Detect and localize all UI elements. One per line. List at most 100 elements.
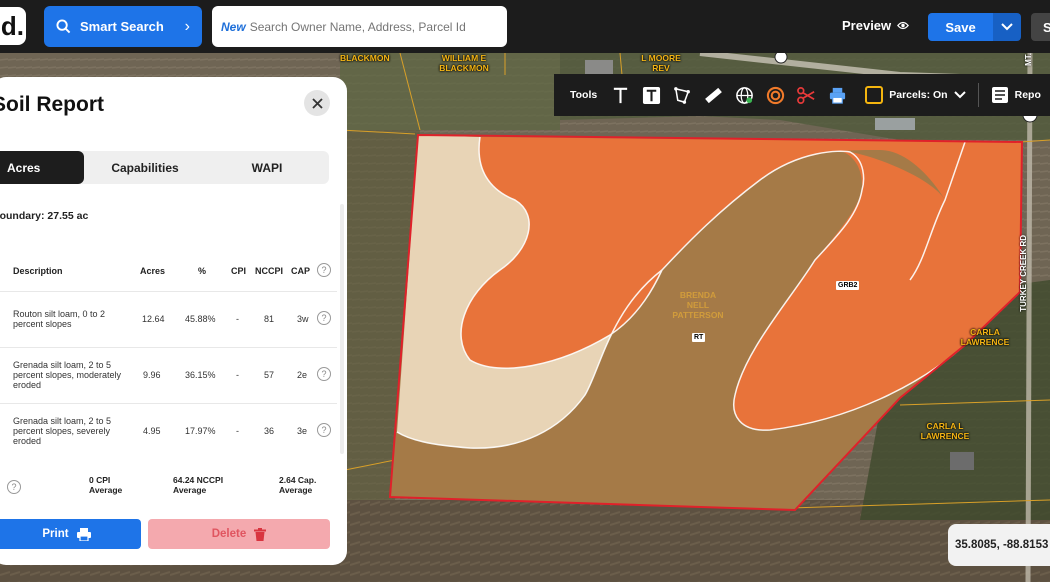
soil-nccpi: 36 — [264, 426, 275, 436]
soil-description: Grenada silt loam, 2 to 5 percent slopes… — [13, 360, 122, 390]
coordinates-readout[interactable]: 35.8085, -88.8153 — [948, 524, 1050, 566]
owner-search-input[interactable] — [249, 19, 498, 34]
owner-label[interactable]: WILLIAM E BLACKMON — [436, 53, 492, 73]
share-label: S — [1043, 19, 1050, 35]
owner-search-box[interactable]: New — [212, 6, 507, 47]
polygon-icon — [674, 86, 691, 104]
text-tool-button[interactable] — [605, 80, 636, 111]
printer-icon — [76, 527, 91, 541]
column-header: NCCPI — [255, 266, 284, 276]
chevron-down-icon — [953, 91, 966, 99]
tab-wapi[interactable]: WAPI — [206, 151, 328, 184]
polygon-tool-button[interactable] — [667, 80, 698, 111]
chevron-down-icon — [1001, 23, 1013, 31]
text-box-icon — [643, 86, 661, 104]
split-tool-button[interactable] — [791, 80, 822, 111]
chevron-right-icon: › — [184, 17, 190, 35]
delete-label: Delete — [211, 528, 247, 540]
help-icon[interactable]: ? — [317, 311, 331, 325]
column-header: CAP — [291, 266, 311, 276]
buffer-ring-icon — [767, 86, 785, 104]
text-icon — [614, 87, 628, 103]
owner-label[interactable]: CARLA L LAWRENCE — [915, 421, 975, 441]
help-icon[interactable]: ? — [317, 263, 331, 277]
soil-nccpi: 81 — [264, 314, 275, 324]
road-label-top: MT. — [1024, 53, 1033, 66]
buffer-tool-button[interactable] — [760, 80, 791, 111]
app-logo[interactable]: d. — [0, 7, 26, 45]
globe-tool-button[interactable] — [729, 80, 760, 111]
save-dropdown-button[interactable] — [993, 13, 1021, 41]
save-button[interactable]: Save — [928, 13, 993, 41]
soil-cpi: - — [236, 426, 239, 436]
soil-percent: 45.88% — [185, 314, 216, 324]
preview-button[interactable]: Preview — [842, 18, 910, 33]
parcels-icon — [865, 86, 884, 104]
owner-label[interactable]: CARLA LAWRENCE — [955, 327, 1015, 347]
soil-acres: 4.95 — [143, 426, 161, 436]
tools-bar: Tools Parcels: On Repo — [554, 74, 1050, 116]
report-icon — [991, 87, 1008, 103]
avg-nccpi: 64.24 NCCPI Average — [173, 475, 223, 495]
soil-table-header: Description Acres % CPI NCCPI CAP ? — [0, 263, 337, 287]
parcels-toggle[interactable]: Parcels: On — [865, 86, 966, 104]
avg-cap: 2.64 Cap. Average — [279, 475, 316, 495]
tab-capabilities[interactable]: Capabilities — [84, 151, 206, 184]
avg-nccpi-value: 64.24 NCCPI — [173, 475, 224, 485]
column-header: Acres — [140, 266, 166, 276]
print-tool-button[interactable] — [822, 80, 853, 111]
help-icon[interactable]: ? — [317, 367, 331, 381]
table-row[interactable]: Grenada silt loam, 2 to 5 percent slopes… — [0, 347, 337, 403]
table-row[interactable]: Routon silt loam, 0 to 2 percent slopes … — [0, 291, 337, 347]
text-box-tool-button[interactable] — [636, 80, 667, 111]
toolbar-divider — [977, 83, 979, 107]
soil-cap: 2e — [297, 370, 308, 380]
avg-cap-sub: Average — [279, 485, 313, 495]
top-bar: d. Smart Search › New Preview Save S — [0, 0, 1050, 53]
search-icon — [56, 19, 71, 34]
soil-code-label: GRB2 — [836, 281, 860, 290]
table-row[interactable]: Grenada silt loam, 2 to 5 percent slopes… — [0, 403, 337, 459]
owner-label[interactable]: L MOORE REV — [638, 53, 684, 73]
soil-cpi: - — [236, 370, 239, 380]
help-icon[interactable]: ? — [317, 423, 331, 437]
tools-label: Tools — [570, 89, 598, 101]
avg-cpi-value: 0 CPI — [89, 475, 111, 485]
column-header: Description — [13, 266, 63, 276]
scissors-icon — [797, 86, 815, 104]
avg-cpi-sub: Average — [89, 485, 123, 495]
averages-row: c ? 0 CPIAverage 64.24 NCCPIAverage 2.64… — [0, 475, 337, 501]
help-icon[interactable]: ? — [7, 480, 21, 494]
soil-acres: 9.96 — [143, 370, 161, 380]
smart-search-label: Smart Search — [80, 19, 164, 34]
soil-cap: 3e — [297, 426, 308, 436]
report-button[interactable]: Repo — [991, 86, 1041, 104]
smart-search-button[interactable]: Smart Search › — [44, 6, 202, 47]
owner-label[interactable]: BRENDA NELL PATTERSON — [668, 290, 728, 320]
soil-nccpi: 57 — [264, 370, 275, 380]
new-badge: New — [221, 19, 246, 34]
panel-title: Soil Report — [0, 93, 105, 116]
owner-label[interactable]: BLACKMON — [340, 53, 390, 63]
globe-icon — [736, 86, 754, 104]
panel-scrollbar[interactable] — [340, 204, 344, 454]
ruler-icon — [705, 87, 723, 103]
avg-nccpi-sub: Average — [173, 485, 207, 495]
report-label: Repo — [1014, 89, 1041, 101]
print-button[interactable]: Print — [0, 519, 141, 549]
tab-acres[interactable]: Acres — [0, 151, 84, 184]
preview-label: Preview — [842, 18, 892, 33]
column-header: % — [198, 266, 207, 276]
soil-percent: 36.15% — [185, 370, 216, 380]
boundary-acreage: Boundary: 27.55 ac — [0, 210, 89, 222]
avg-cap-value: 2.64 Cap. — [279, 475, 317, 485]
soil-acres: 12.64 — [142, 314, 165, 324]
share-button[interactable]: S — [1031, 13, 1050, 41]
close-button[interactable] — [304, 90, 330, 116]
printer-icon — [830, 87, 846, 104]
delete-button[interactable]: Delete — [148, 519, 330, 549]
soil-report-panel: Soil Report Acres Capabilities WAPI Boun… — [0, 77, 347, 565]
measure-tool-button[interactable] — [698, 80, 729, 111]
report-tabs: Acres Capabilities WAPI — [0, 151, 329, 184]
soil-code-label: RT — [692, 333, 706, 342]
